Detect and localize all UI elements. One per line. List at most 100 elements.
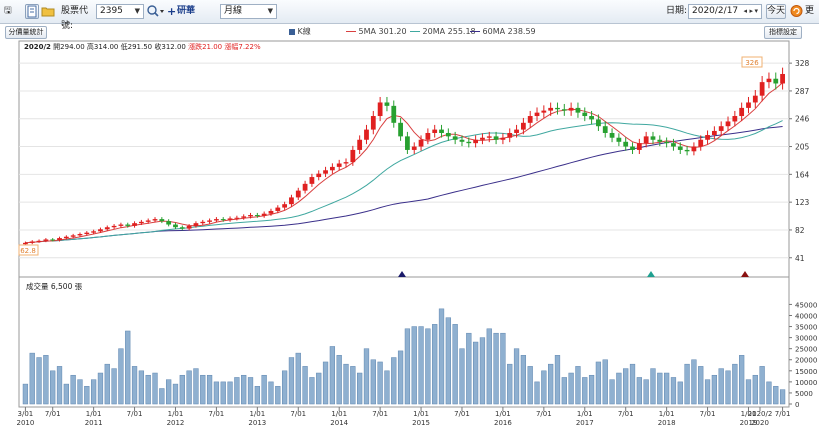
candle-body bbox=[766, 78, 772, 83]
candle-body bbox=[677, 146, 683, 150]
time-tick-label: 1/01 bbox=[413, 410, 429, 418]
candle-body bbox=[514, 129, 519, 133]
candle-body bbox=[602, 126, 608, 133]
candle-body bbox=[254, 215, 260, 217]
candle-body bbox=[63, 236, 69, 239]
volume-bar bbox=[193, 368, 199, 405]
volume-bar bbox=[357, 372, 363, 405]
candle-body bbox=[289, 197, 294, 205]
candle-body bbox=[91, 231, 97, 233]
volume-bar bbox=[200, 374, 206, 405]
time-tick-label: 1/01 bbox=[168, 410, 184, 418]
candle-body bbox=[193, 223, 199, 226]
time-year-label: 2013 bbox=[248, 419, 266, 427]
volume-bar bbox=[773, 386, 779, 405]
candle-body bbox=[138, 221, 144, 224]
candle-body bbox=[466, 141, 472, 144]
candle-body bbox=[111, 225, 117, 228]
candle-body bbox=[364, 129, 369, 140]
candle-body bbox=[705, 135, 710, 140]
max-label: 326 bbox=[745, 59, 759, 67]
candles bbox=[23, 67, 785, 246]
volume-bar bbox=[779, 389, 786, 405]
candle-body bbox=[425, 132, 431, 140]
volume-bar bbox=[520, 355, 527, 405]
grid bbox=[19, 62, 789, 259]
candle-body bbox=[370, 116, 376, 130]
time-tick-label: 7/01 bbox=[700, 410, 716, 418]
volume-bar bbox=[766, 381, 772, 405]
time-tick-label: 7/01 bbox=[290, 410, 306, 418]
candle-body bbox=[527, 116, 533, 123]
candle-body bbox=[596, 119, 601, 127]
time-tick-label: 7/01 bbox=[454, 410, 470, 418]
candle-body bbox=[268, 210, 274, 214]
candle-body bbox=[125, 224, 131, 226]
candle-body bbox=[23, 242, 28, 245]
volume-bar bbox=[677, 381, 683, 405]
time-year-label: 2010 bbox=[16, 419, 34, 427]
candle-body bbox=[561, 109, 567, 111]
volume-bar bbox=[397, 350, 404, 405]
candle-body bbox=[609, 132, 615, 138]
volume-bar bbox=[411, 326, 417, 405]
candle-body bbox=[739, 107, 745, 117]
volume-bar bbox=[268, 381, 274, 405]
min-label: 62.8 bbox=[20, 247, 36, 255]
stock-chart[interactable]: 328 287 246 205 164 123 82 41 45000 40000 35000 30… bbox=[0, 0, 819, 427]
volume-bar bbox=[588, 374, 595, 405]
candle-body bbox=[555, 107, 560, 110]
volume-bar bbox=[70, 374, 76, 405]
volume-bar bbox=[329, 346, 336, 405]
price-tick-label: 164 bbox=[795, 170, 810, 179]
volume-tick-label: 20000 bbox=[795, 357, 817, 365]
volume-bar bbox=[663, 372, 670, 405]
time-tick-label: 1/01 bbox=[331, 410, 347, 418]
volume-bar bbox=[643, 379, 649, 405]
volume-bar bbox=[384, 370, 390, 405]
volume-bar bbox=[459, 348, 465, 405]
candle-body bbox=[575, 107, 581, 113]
time-tick-label: 7/01 bbox=[209, 410, 225, 418]
candle-body bbox=[630, 146, 635, 150]
volume-bar bbox=[500, 332, 506, 405]
candle-body bbox=[432, 129, 438, 133]
volume-bar bbox=[104, 363, 110, 405]
volume-bar bbox=[247, 377, 254, 405]
volume-bar bbox=[752, 374, 758, 405]
volume-bar bbox=[582, 377, 588, 405]
candle-body bbox=[684, 149, 690, 152]
volume-bar bbox=[29, 352, 35, 405]
time-year-label: 2016 bbox=[494, 419, 512, 427]
candle-body bbox=[214, 219, 219, 221]
candle-body bbox=[718, 126, 724, 131]
min-label-group: 62.8 bbox=[18, 244, 39, 256]
volume-bar bbox=[213, 381, 220, 405]
volume-bar bbox=[343, 363, 349, 405]
candle-body bbox=[480, 137, 485, 140]
volume-bar bbox=[90, 379, 97, 405]
candle-body bbox=[541, 110, 547, 113]
volume-title-group: 成交量 6,500 張 bbox=[26, 281, 83, 291]
volume-bar bbox=[391, 357, 397, 405]
candle-body bbox=[159, 219, 165, 222]
candle-body bbox=[391, 105, 397, 123]
time-axis: 3/0120107/01 1/0120117/01 1/0120127/01 1/01… bbox=[16, 407, 790, 427]
candle-body bbox=[623, 141, 629, 147]
price-tick-label: 287 bbox=[795, 87, 810, 96]
price-tick-label: 41 bbox=[795, 254, 805, 263]
candle-body bbox=[616, 137, 622, 142]
volume-bar bbox=[745, 379, 752, 405]
volume-bar bbox=[425, 328, 431, 405]
candle-body bbox=[500, 137, 506, 140]
volume-bar bbox=[623, 368, 629, 405]
candle-body bbox=[302, 183, 308, 191]
candle-body bbox=[227, 218, 233, 220]
time-year-label: 2012 bbox=[167, 419, 185, 427]
candle-body bbox=[650, 136, 656, 140]
candle-body bbox=[486, 136, 492, 138]
volume-tick-label: 15000 bbox=[795, 368, 817, 376]
candle-body bbox=[29, 241, 35, 243]
signal-marker bbox=[741, 271, 749, 277]
volume-tick-label: 45000 bbox=[795, 301, 817, 309]
